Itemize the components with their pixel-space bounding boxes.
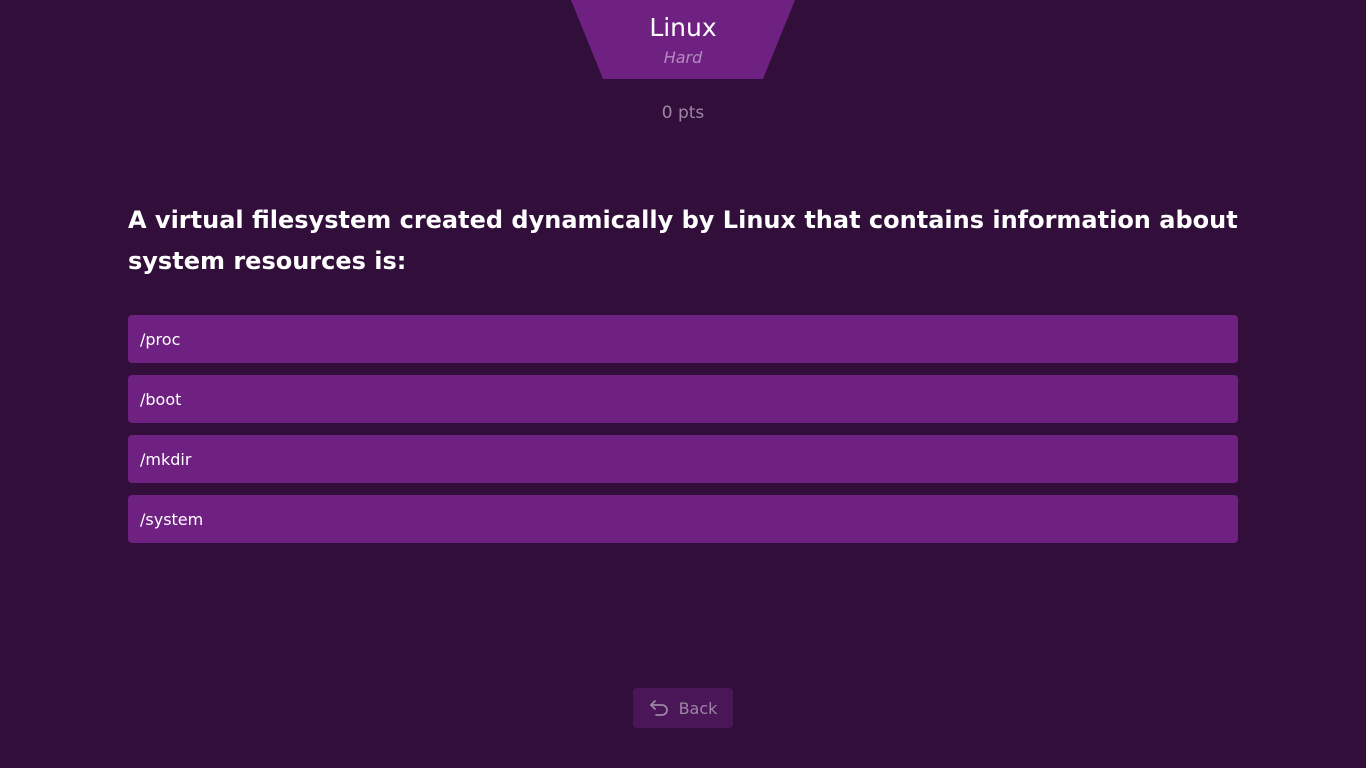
answer-label: /system <box>140 509 204 529</box>
answer-label: /boot <box>140 389 182 409</box>
category-title: Linux <box>649 13 717 42</box>
score-display: 0 pts <box>661 103 705 123</box>
answer-label: /proc <box>140 329 181 349</box>
answer-option[interactable]: /mkdir <box>128 435 1238 483</box>
answer-list: /proc /boot /mkdir /system <box>128 315 1238 555</box>
difficulty-label: Hard <box>663 48 703 67</box>
answer-option[interactable]: /system <box>128 495 1238 543</box>
question-text: A virtual filesystem created dynamically… <box>128 206 1238 275</box>
answer-option[interactable]: /proc <box>128 315 1238 363</box>
answer-option[interactable]: /boot <box>128 375 1238 423</box>
back-button[interactable]: Back <box>633 688 733 728</box>
undo-arrow-icon <box>649 698 669 718</box>
back-label: Back <box>678 698 718 718</box>
answer-label: /mkdir <box>140 449 192 469</box>
